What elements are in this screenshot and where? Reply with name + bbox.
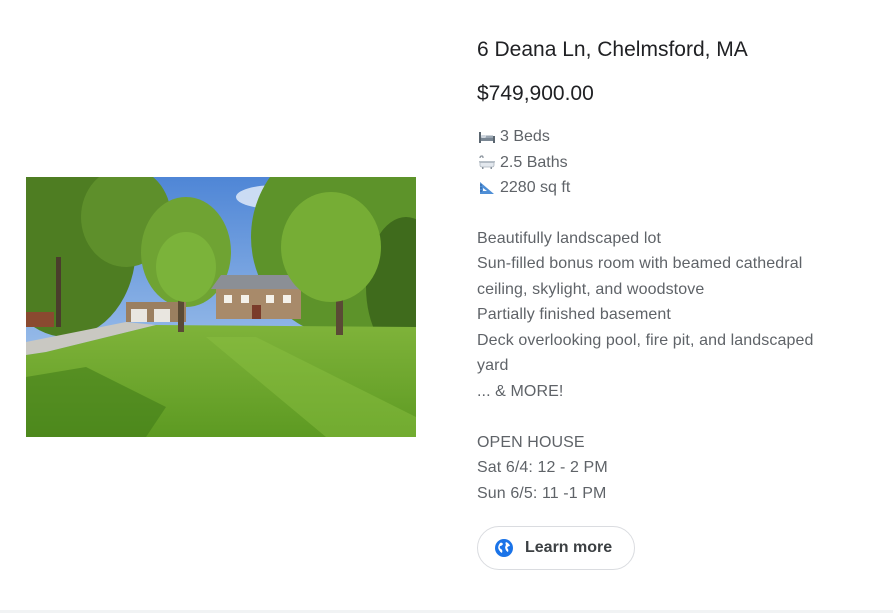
open-house-time: Sat 6/4: 12 - 2 PM [477, 459, 608, 476]
spec-baths: 2.5 Baths [477, 150, 877, 176]
learn-more-label: Learn more [525, 539, 613, 556]
listing-price: $749,900.00 [477, 82, 594, 105]
listing-specs: 3 Beds 2.5 Baths 2280 sq ft [477, 124, 877, 201]
spec-baths-label: 2.5 Baths [500, 153, 568, 171]
house-photo-image [26, 177, 416, 437]
listing-description: Beautifully landscaped lot Sun-filled bo… [477, 226, 877, 405]
description-line: Partially finished basement [477, 306, 671, 323]
listing-details: 6 Deana Ln, Chelmsford, MA $749,900.00 3… [477, 34, 877, 506]
bathtub-icon [477, 154, 497, 170]
description-line: ceiling, skylight, and woodstove [477, 280, 705, 298]
open-house-heading: OPEN HOUSE [477, 433, 585, 451]
description-line: ... & MORE! [477, 382, 564, 400]
globe-icon [494, 538, 514, 558]
description-line: Sun-filled bonus room with beamed cathed… [477, 255, 803, 272]
bed-icon [477, 129, 497, 145]
triangular-ruler-icon [477, 180, 497, 196]
listing-address: 6 Deana Ln, Chelmsford, MA [477, 38, 748, 61]
description-line: yard [477, 357, 509, 374]
spec-beds: 3 Beds [477, 124, 877, 150]
open-house: OPEN HOUSE Sat 6/4: 12 - 2 PM Sun 6/5: 1… [477, 430, 877, 507]
open-house-time: Sun 6/5: 11 -1 PM [477, 484, 607, 502]
learn-more-button[interactable]: Learn more [477, 526, 635, 570]
description-line: Deck overlooking pool, fire pit, and lan… [477, 331, 814, 349]
description-line: Beautifully landscaped lot [477, 229, 662, 247]
spec-area-label: 2280 sq ft [500, 179, 571, 196]
spec-beds-label: 3 Beds [500, 128, 550, 145]
spec-area: 2280 sq ft [477, 175, 877, 201]
listing-photo[interactable] [26, 177, 416, 437]
